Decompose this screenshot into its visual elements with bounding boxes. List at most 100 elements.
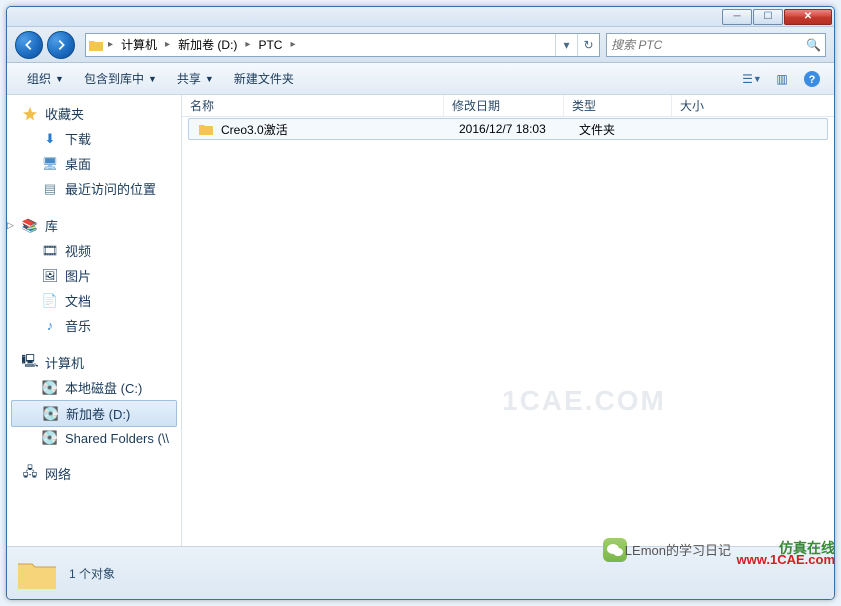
file-modified: 2016/12/7 18:03 xyxy=(451,122,571,136)
network-label: 网络 xyxy=(45,464,71,483)
column-name[interactable]: 名称 xyxy=(182,95,444,116)
documents-icon: 📄 xyxy=(41,293,59,309)
column-size[interactable]: 大小 xyxy=(672,95,834,116)
share-menu[interactable]: 共享 ▼ xyxy=(167,66,224,91)
sidebar-item-music[interactable]: ♪ 音乐 xyxy=(7,313,181,338)
expand-icon[interactable]: ▷ xyxy=(7,220,14,231)
music-icon: ♪ xyxy=(41,318,59,334)
column-label: 修改日期 xyxy=(452,97,500,114)
breadcrumb-computer[interactable]: 计算机 xyxy=(115,34,163,56)
view-options-button[interactable]: ☰▼ xyxy=(740,67,764,91)
column-label: 大小 xyxy=(680,97,704,114)
libraries-label: 库 xyxy=(45,216,58,235)
navbar: ▸ 计算机 ▸ 新加卷 (D:) ▸ PTC ▸ ▾ ↻ 🔍 xyxy=(7,27,834,63)
column-label: 类型 xyxy=(572,97,596,114)
new-folder-label: 新建文件夹 xyxy=(234,70,294,87)
file-list-pane[interactable]: 名称 修改日期 类型 大小 Creo3.0激活 2016/12/7 18:03 … xyxy=(182,95,834,546)
drive-icon: 💽 xyxy=(42,406,60,422)
wechat-icon xyxy=(603,538,627,562)
sidebar-item-recent[interactable]: ▤ 最近访问的位置 xyxy=(7,176,181,201)
file-row[interactable]: Creo3.0激活 2016/12/7 18:03 文件夹 xyxy=(188,118,828,140)
sidebar-item-downloads[interactable]: ⬇ 下载 xyxy=(7,126,181,151)
chevron-right-icon: ▸ xyxy=(163,39,172,50)
computer-label: 计算机 xyxy=(45,353,84,372)
chevron-right-icon: ▸ xyxy=(243,39,252,50)
maximize-icon: ☐ xyxy=(764,11,773,22)
sidebar-item-label: 音乐 xyxy=(65,316,91,335)
column-modified[interactable]: 修改日期 xyxy=(444,95,564,116)
minimize-button[interactable]: ─ xyxy=(722,9,752,25)
content-area: 收藏夹 ⬇ 下载 🖥 桌面 ▤ 最近访问的位置 ▷ 📚 xyxy=(7,95,834,546)
svg-text:?: ? xyxy=(809,74,816,86)
network-header[interactable]: 🖧 网络 xyxy=(7,461,181,486)
file-type: 文件夹 xyxy=(571,121,679,138)
sidebar-item-pictures[interactable]: 🖼 图片 xyxy=(7,263,181,288)
watermark-gray: LEmon的学习日记 xyxy=(625,540,731,559)
computer-header[interactable]: 🖳 计算机 xyxy=(7,350,181,375)
share-label: 共享 xyxy=(177,70,201,87)
computer-group: 🖳 计算机 💽 本地磁盘 (C:) 💽 新加卷 (D:) 💽 Shared Fo… xyxy=(7,350,181,449)
column-label: 名称 xyxy=(190,97,214,114)
navigation-pane[interactable]: 收藏夹 ⬇ 下载 🖥 桌面 ▤ 最近访问的位置 ▷ 📚 xyxy=(7,95,182,546)
close-button[interactable]: ✕ xyxy=(784,9,832,25)
address-bar[interactable]: ▸ 计算机 ▸ 新加卷 (D:) ▸ PTC ▸ ▾ ↻ xyxy=(85,33,600,57)
help-button[interactable]: ? xyxy=(800,67,824,91)
arrow-right-icon xyxy=(54,38,68,52)
sidebar-item-label: 最近访问的位置 xyxy=(65,179,156,198)
desktop-icon: 🖥 xyxy=(41,156,59,172)
file-name: Creo3.0激活 xyxy=(221,121,288,138)
back-button[interactable] xyxy=(15,31,43,59)
sidebar-item-documents[interactable]: 📄 文档 xyxy=(7,288,181,313)
refresh-button[interactable]: ↻ xyxy=(577,34,599,56)
recent-icon: ▤ xyxy=(41,181,59,197)
chevron-down-icon: ▼ xyxy=(55,74,64,84)
sidebar-item-label: 新加卷 (D:) xyxy=(66,404,130,423)
sidebar-item-drive-d[interactable]: 💽 新加卷 (D:) xyxy=(11,400,177,427)
breadcrumb-drive[interactable]: 新加卷 (D:) xyxy=(172,34,243,56)
favorites-header[interactable]: 收藏夹 xyxy=(7,101,181,126)
breadcrumb-folder[interactable]: PTC xyxy=(252,34,288,56)
chevron-down-icon: ▼ xyxy=(753,74,762,84)
sidebar-item-drive-c[interactable]: 💽 本地磁盘 (C:) xyxy=(7,375,181,400)
maximize-button[interactable]: ☐ xyxy=(753,9,783,25)
status-folder-icon xyxy=(15,554,59,592)
libraries-header[interactable]: ▷ 📚 库 xyxy=(7,213,181,238)
folder-icon xyxy=(197,121,215,137)
network-drive-icon: 💽 xyxy=(41,430,59,446)
sidebar-item-videos[interactable]: 🎞 视频 xyxy=(7,238,181,263)
sidebar-item-shared-folders[interactable]: 💽 Shared Folders (\\ xyxy=(7,427,181,449)
search-input[interactable] xyxy=(611,38,806,52)
include-label: 包含到库中 xyxy=(84,70,144,87)
chevron-down-icon: ▼ xyxy=(148,74,157,84)
chevron-down-icon: ▾ xyxy=(563,38,569,52)
explorer-window: ─ ☐ ✕ ▸ 计算机 ▸ 新加卷 (D:) ▸ PTC ▸ ▾ xyxy=(6,6,835,600)
toolbar: 组织 ▼ 包含到库中 ▼ 共享 ▼ 新建文件夹 ☰▼ ▥ ? xyxy=(7,63,834,95)
arrow-left-icon xyxy=(22,38,36,52)
preview-pane-icon: ▥ xyxy=(776,72,787,86)
library-icon: 📚 xyxy=(21,218,39,234)
network-icon: 🖧 xyxy=(21,466,39,482)
sidebar-item-label: 文档 xyxy=(65,291,91,310)
chevron-down-icon: ▼ xyxy=(205,74,214,84)
preview-pane-button[interactable]: ▥ xyxy=(770,67,794,91)
titlebar: ─ ☐ ✕ xyxy=(7,7,834,27)
column-type[interactable]: 类型 xyxy=(564,95,672,116)
network-group: 🖧 网络 xyxy=(7,461,181,486)
include-in-library-menu[interactable]: 包含到库中 ▼ xyxy=(74,66,167,91)
chevron-right-icon: ▸ xyxy=(288,39,297,50)
favorites-group: 收藏夹 ⬇ 下载 🖥 桌面 ▤ 最近访问的位置 xyxy=(7,101,181,201)
watermark-red: www.1CAE.com xyxy=(737,552,835,567)
new-folder-button[interactable]: 新建文件夹 xyxy=(224,66,304,91)
sidebar-item-label: 图片 xyxy=(65,266,91,285)
downloads-icon: ⬇ xyxy=(41,131,59,147)
address-dropdown[interactable]: ▾ xyxy=(555,34,577,56)
watermark-center: 1CAE.COM xyxy=(502,385,666,417)
favorites-label: 收藏夹 xyxy=(45,104,84,123)
organize-menu[interactable]: 组织 ▼ xyxy=(17,66,74,91)
libraries-group: ▷ 📚 库 🎞 视频 🖼 图片 📄 文档 ♪ 音 xyxy=(7,213,181,338)
forward-button[interactable] xyxy=(47,31,75,59)
folder-icon xyxy=(86,34,106,56)
search-box[interactable]: 🔍 xyxy=(606,33,826,57)
computer-icon: 🖳 xyxy=(21,355,39,371)
sidebar-item-desktop[interactable]: 🖥 桌面 xyxy=(7,151,181,176)
